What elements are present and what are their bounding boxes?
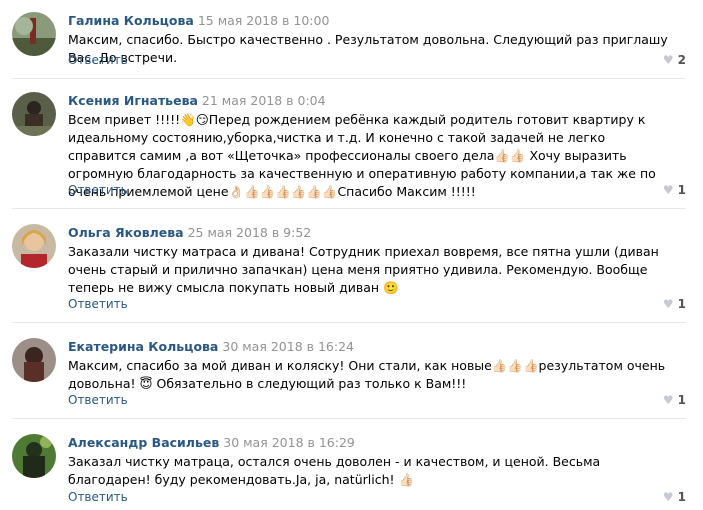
comment-item: Екатерина Кольцова 30 мая 2018 в 16:24 Ма… <box>0 338 703 410</box>
reply-link[interactable]: Ответить <box>68 489 128 505</box>
like-button[interactable]: ♥ 2 <box>663 52 686 68</box>
heart-icon: ♥ <box>662 297 674 311</box>
comment-item: Ксения Игнатьева 21 мая 2018 в 0:04 Всем … <box>0 92 703 202</box>
comment-text: Заказал чистку матраца, остался очень до… <box>68 454 601 487</box>
author-name[interactable]: Ольга Яковлева <box>68 225 184 240</box>
divider <box>12 208 686 209</box>
avatar[interactable] <box>12 434 56 478</box>
comment-header: Галина Кольцова 15 мая 2018 в 10:00 <box>68 13 329 29</box>
heart-icon: ♥ <box>662 53 674 67</box>
avatar[interactable] <box>12 338 56 382</box>
comment-text: Максим, спасибо. Быстро качественно . Ре… <box>68 32 668 65</box>
comment-item: Александр Васильев 30 мая 2018 в 16:29 За… <box>0 434 703 506</box>
like-count: 1 <box>677 393 686 407</box>
like-count: 1 <box>677 297 686 311</box>
like-count: 1 <box>677 490 686 504</box>
comment-text: Заказали чистку матраса и дивана! Сотруд… <box>68 244 659 295</box>
like-button[interactable]: ♥ 1 <box>663 296 686 312</box>
comment-date[interactable]: 15 мая 2018 в 10:00 <box>198 13 330 28</box>
comment-text: Максим, спасибо за мой диван и коляску! … <box>68 358 666 391</box>
comment-header: Александр Васильев 30 мая 2018 в 16:29 <box>68 435 355 451</box>
heart-icon: ♥ <box>662 393 674 407</box>
avatar[interactable] <box>12 224 56 268</box>
author-name[interactable]: Екатерина Кольцова <box>68 339 218 354</box>
heart-icon: ♥ <box>662 183 674 197</box>
comment-date[interactable]: 30 мая 2018 в 16:29 <box>223 435 355 450</box>
comment-item: Ольга Яковлева 25 мая 2018 в 9:52 Заказал… <box>0 224 703 312</box>
author-name[interactable]: Галина Кольцова <box>68 13 194 28</box>
divider <box>12 418 686 419</box>
like-count: 1 <box>677 183 686 197</box>
like-button[interactable]: ♥ 1 <box>663 392 686 408</box>
heart-icon: ♥ <box>662 490 674 504</box>
like-count: 2 <box>677 53 686 67</box>
like-button[interactable]: ♥ 1 <box>663 489 686 505</box>
author-name[interactable]: Александр Васильев <box>68 435 219 450</box>
reply-link[interactable]: Ответить <box>68 52 128 68</box>
comment-text: Всем привет !!!!!👋😏Перед рождением ребён… <box>68 112 656 199</box>
divider <box>12 78 686 79</box>
author-name[interactable]: Ксения Игнатьева <box>68 93 198 108</box>
comment-item: Галина Кольцова 15 мая 2018 в 10:00 Макси… <box>0 12 703 76</box>
comment-header: Екатерина Кольцова 30 мая 2018 в 16:24 <box>68 339 354 355</box>
divider <box>12 322 686 323</box>
like-button[interactable]: ♥ 1 <box>663 182 686 198</box>
reply-link[interactable]: Ответить <box>68 182 128 198</box>
comment-date[interactable]: 30 мая 2018 в 16:24 <box>222 339 354 354</box>
reply-link[interactable]: Ответить <box>68 296 128 312</box>
comment-date[interactable]: 25 мая 2018 в 9:52 <box>188 225 312 240</box>
reply-link[interactable]: Ответить <box>68 392 128 408</box>
comment-date[interactable]: 21 мая 2018 в 0:04 <box>202 93 326 108</box>
comment-header: Ксения Игнатьева 21 мая 2018 в 0:04 <box>68 93 326 109</box>
avatar[interactable] <box>12 92 56 136</box>
avatar[interactable] <box>12 12 56 56</box>
comment-header: Ольга Яковлева 25 мая 2018 в 9:52 <box>68 225 311 241</box>
